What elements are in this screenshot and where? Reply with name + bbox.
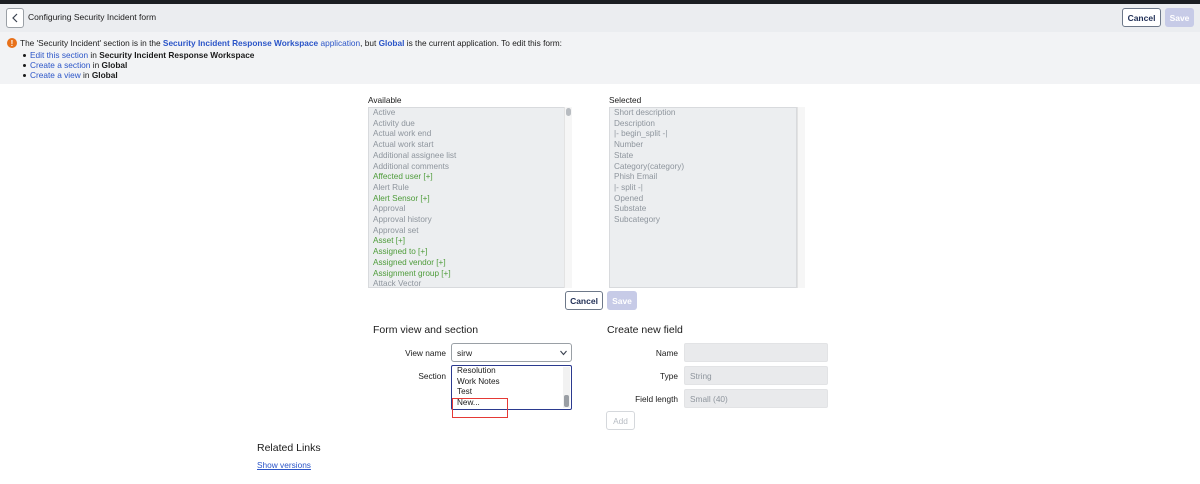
available-field-item[interactable]: Additional assignee list: [369, 151, 565, 162]
available-field-item[interactable]: Additional comments: [369, 162, 565, 173]
application-link[interactable]: application: [320, 38, 360, 48]
available-field-item[interactable]: Assigned to [+]: [369, 247, 565, 258]
create-section-link[interactable]: Create a section: [30, 60, 90, 70]
edit-section-link[interactable]: Edit this section: [30, 50, 88, 60]
header-cancel-button[interactable]: Cancel: [1122, 8, 1161, 27]
available-field-item[interactable]: Assigned vendor [+]: [369, 258, 565, 269]
selected-field-item[interactable]: Subcategory: [610, 215, 796, 226]
available-field-item[interactable]: Attack Vector: [369, 279, 565, 287]
type-field[interactable]: String: [684, 366, 828, 385]
scope-name: Global: [91, 70, 118, 80]
add-field-button[interactable]: Add: [606, 411, 635, 430]
notice-tail: is the current application. To edit this…: [404, 38, 562, 48]
section-label: Section: [418, 371, 446, 381]
field-length-label: Field length: [635, 394, 678, 404]
highlight-box: [452, 398, 508, 418]
scope-name: Security Incident Response Workspace: [99, 50, 255, 60]
back-button[interactable]: [6, 8, 24, 28]
app-link[interactable]: Security Incident Response Workspace: [163, 38, 318, 48]
selected-scrollbar[interactable]: [797, 107, 805, 288]
list-item: Create a view in Global: [22, 70, 254, 80]
view-name-value: sirw: [457, 347, 473, 358]
selected-field-item[interactable]: |- split -|: [610, 183, 796, 194]
scroll-thumb[interactable]: [564, 395, 569, 407]
related-links-title: Related Links: [257, 442, 321, 454]
selected-field-item[interactable]: Category(category): [610, 162, 796, 173]
available-fields-list[interactable]: Active Activity due Actual work end Actual …: [368, 107, 566, 288]
scope-notice: ! The 'Security Incident' section is in …: [0, 32, 1200, 84]
available-field-item[interactable]: Alert Rule: [369, 183, 565, 194]
in-text: in: [88, 50, 100, 60]
section-scrollbar[interactable]: [563, 367, 570, 408]
warning-icon: !: [7, 38, 17, 48]
available-field-item[interactable]: Asset [+]: [369, 236, 565, 247]
field-length-field[interactable]: Small (40): [684, 389, 828, 408]
available-field-item[interactable]: Actual work start: [369, 140, 565, 151]
available-field-item[interactable]: Affected user [+]: [369, 172, 565, 183]
selected-field-item[interactable]: Number: [610, 140, 796, 151]
header-save-button[interactable]: Save: [1165, 8, 1194, 27]
show-versions-link[interactable]: Show versions: [257, 460, 311, 470]
list-item: Create a section in Global: [22, 60, 254, 70]
chevron-down-icon: [560, 350, 567, 356]
create-view-link[interactable]: Create a view: [30, 70, 81, 80]
slush-save-button[interactable]: Save: [607, 291, 637, 310]
scope-name: Global: [101, 60, 128, 70]
available-field-item[interactable]: Approval set: [369, 226, 565, 237]
selected-field-item[interactable]: Opened: [610, 194, 796, 205]
slush-cancel-button[interactable]: Cancel: [565, 291, 603, 310]
type-label: Type: [660, 371, 678, 381]
form-header: Configuring Security Incident form Cance…: [0, 4, 1200, 32]
selected-field-item[interactable]: Description: [610, 119, 796, 130]
notice-but: , but: [360, 38, 379, 48]
selected-label: Selected: [609, 95, 642, 105]
selected-field-item[interactable]: Substate: [610, 204, 796, 215]
available-scrollbar[interactable]: [564, 107, 572, 288]
selected-field-item[interactable]: State: [610, 151, 796, 162]
available-field-item[interactable]: Activity due: [369, 119, 565, 130]
name-label: Name: [655, 348, 678, 358]
available-field-item[interactable]: Actual work end: [369, 129, 565, 140]
section-option[interactable]: Work Notes: [452, 377, 571, 388]
list-item: Edit this section in Security Incident R…: [22, 50, 255, 60]
in-text: in: [90, 60, 102, 70]
section-option[interactable]: Test: [452, 387, 571, 398]
form-view-heading: Form view and section: [373, 324, 479, 336]
notice-intro: The 'Security Incident' section is in th…: [20, 38, 163, 48]
available-field-item[interactable]: Active: [369, 108, 565, 119]
available-field-item[interactable]: Approval history: [369, 215, 565, 226]
notice-message: The 'Security Incident' section is in th…: [20, 38, 562, 48]
available-field-item[interactable]: Alert Sensor [+]: [369, 194, 565, 205]
available-field-item[interactable]: Assignment group [+]: [369, 269, 565, 280]
notice-options: Edit this section in Security Incident R…: [22, 50, 255, 80]
selected-field-item[interactable]: Phish Email: [610, 172, 796, 183]
available-label: Available: [368, 95, 402, 105]
in-text: in: [80, 70, 92, 80]
global-link[interactable]: Global: [379, 38, 405, 48]
page-title: Configuring Security Incident form: [28, 12, 157, 22]
selected-field-item[interactable]: Short description: [610, 108, 796, 119]
create-field-heading: Create new field: [607, 324, 683, 336]
name-input[interactable]: [684, 343, 828, 362]
selected-fields-list[interactable]: Short description Description |- begin_spl…: [609, 107, 797, 288]
available-field-item[interactable]: Approval: [369, 204, 565, 215]
chevron-left-icon: [12, 13, 18, 23]
section-option[interactable]: Resolution: [452, 366, 571, 377]
view-name-label: View name: [405, 348, 446, 358]
scroll-thumb[interactable]: [566, 108, 571, 116]
selected-field-item[interactable]: |- begin_split -|: [610, 129, 796, 140]
view-name-select[interactable]: sirw: [451, 343, 572, 362]
